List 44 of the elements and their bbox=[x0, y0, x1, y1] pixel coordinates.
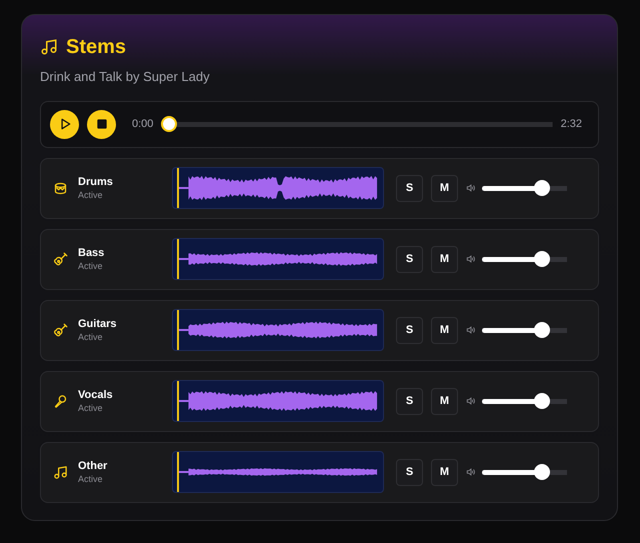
guitar-icon bbox=[53, 322, 68, 338]
guitar-icon bbox=[53, 252, 68, 266]
volume-thumb[interactable] bbox=[534, 464, 550, 480]
mute-button[interactable]: M bbox=[431, 388, 458, 414]
stem-name: Other bbox=[78, 460, 108, 472]
solo-button[interactable]: S bbox=[396, 388, 423, 414]
speaker-icon bbox=[466, 396, 476, 406]
speaker-icon bbox=[466, 467, 476, 477]
current-time: 0:00 bbox=[132, 116, 154, 132]
stop-button[interactable] bbox=[87, 110, 116, 138]
stem-status: Active bbox=[78, 188, 104, 200]
volume-thumb[interactable] bbox=[534, 251, 550, 267]
stem-name: Guitars bbox=[78, 318, 118, 330]
panel-title: Stems bbox=[66, 35, 126, 59]
volume-thumb[interactable] bbox=[534, 322, 550, 338]
music-note-icon bbox=[53, 464, 68, 480]
volume-thumb[interactable] bbox=[534, 180, 550, 196]
mute-button[interactable]: M bbox=[431, 174, 458, 202]
music-note-icon bbox=[40, 38, 58, 56]
solo-button[interactable]: S bbox=[396, 458, 423, 486]
solo-button[interactable]: S bbox=[396, 246, 423, 272]
play-button[interactable] bbox=[50, 110, 79, 138]
stem-name: Vocals bbox=[78, 388, 114, 402]
solo-button[interactable]: S bbox=[396, 316, 423, 344]
stem-status: Active bbox=[78, 330, 104, 342]
stem-name: Bass bbox=[78, 246, 106, 260]
speaker-icon bbox=[466, 183, 476, 193]
microphone-icon bbox=[53, 394, 68, 408]
stem-status: Active bbox=[78, 402, 104, 414]
volume-thumb[interactable] bbox=[534, 393, 550, 409]
progress-thumb[interactable] bbox=[161, 116, 178, 132]
stop-icon bbox=[94, 117, 108, 131]
stem-name: Drums bbox=[78, 176, 114, 188]
speaker-icon bbox=[466, 254, 476, 264]
drum-icon bbox=[53, 180, 68, 196]
solo-button[interactable]: S bbox=[396, 174, 423, 202]
total-time: 2:32 bbox=[560, 116, 582, 132]
stem-status: Active bbox=[78, 260, 104, 272]
mute-button[interactable]: M bbox=[431, 316, 458, 344]
song-subtitle: Drink and Talk by Super Lady bbox=[40, 68, 211, 86]
mute-button[interactable]: M bbox=[431, 246, 458, 272]
stem-status: Active bbox=[78, 472, 104, 484]
mute-button[interactable]: M bbox=[431, 458, 458, 486]
speaker-icon bbox=[466, 325, 476, 335]
